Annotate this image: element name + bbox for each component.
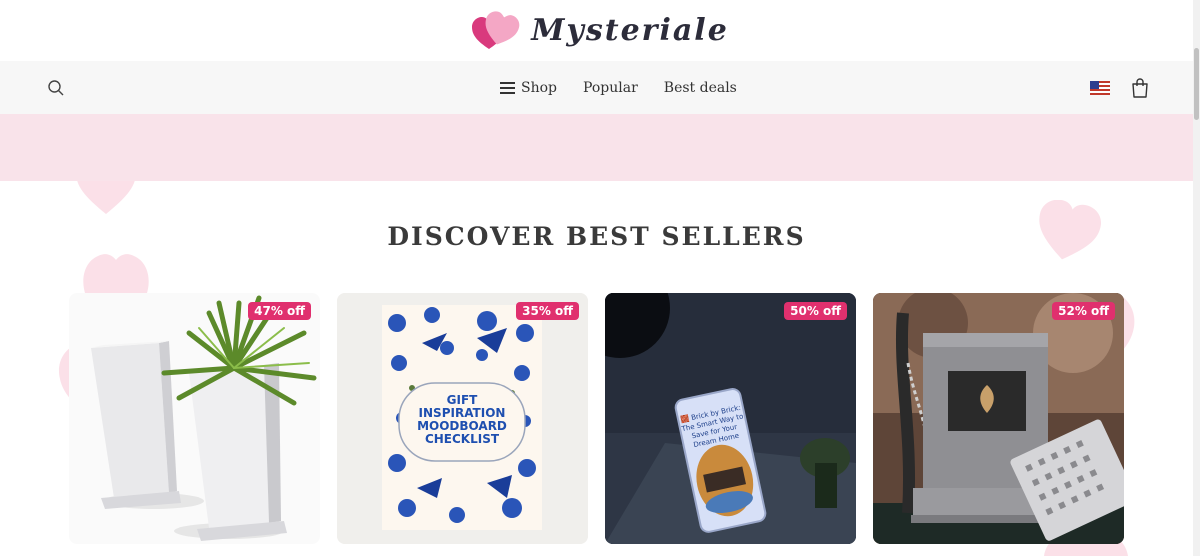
notebook-title-line: INSPIRATION <box>419 406 506 420</box>
main-nav: Shop Popular Best deals <box>0 61 1193 114</box>
notebook-title-line: GIFT <box>447 393 479 407</box>
discount-badge: 50% off <box>784 302 847 320</box>
nav-item-label: Popular <box>583 79 638 96</box>
product-image <box>873 293 1124 544</box>
nav-item-label: Shop <box>521 79 557 96</box>
product-card[interactable]: GIFT INSPIRATION MOODBOARD CHECKLIST 35%… <box>337 293 588 544</box>
shopping-bag-icon[interactable] <box>1131 78 1149 98</box>
discount-badge: 47% off <box>248 302 311 320</box>
product-card[interactable]: 47% off <box>69 293 320 544</box>
product-card[interactable]: 52% off <box>873 293 1124 544</box>
discount-badge: 35% off <box>516 302 579 320</box>
section-title: DISCOVER BEST SELLERS <box>387 222 806 251</box>
hamburger-menu-icon <box>500 81 515 94</box>
brand-name: Mysteriale <box>531 13 729 48</box>
discount-badge: 52% off <box>1052 302 1115 320</box>
us-flag-icon[interactable] <box>1090 81 1110 95</box>
product-card[interactable]: 🧱 Brick by Brick: The Smart Way to Save … <box>605 293 856 544</box>
notebook-title-line: MOODBOARD <box>417 419 507 433</box>
promo-banner <box>0 114 1193 181</box>
product-image: 🧱 Brick by Brick: The Smart Way to Save … <box>605 293 856 544</box>
notebook-title-line: CHECKLIST <box>425 432 500 446</box>
product-image: GIFT INSPIRATION MOODBOARD CHECKLIST <box>337 293 588 544</box>
heart-logo-icon <box>472 10 520 49</box>
header: Mysteriale <box>0 0 1200 61</box>
nav-item-shop[interactable]: Shop <box>500 80 557 96</box>
scrollbar-thumb[interactable] <box>1194 48 1199 120</box>
brand-logo[interactable]: Mysteriale <box>471 10 729 51</box>
nav-links: Shop Popular Best deals <box>500 61 737 114</box>
decorative-heart <box>83 254 149 296</box>
product-image <box>69 293 320 544</box>
search-icon[interactable] <box>47 79 65 97</box>
nav-item-label: Best deals <box>663 79 737 96</box>
nav-item-popular[interactable]: Popular <box>583 80 638 96</box>
nav-item-best-deals[interactable]: Best deals <box>664 80 737 96</box>
